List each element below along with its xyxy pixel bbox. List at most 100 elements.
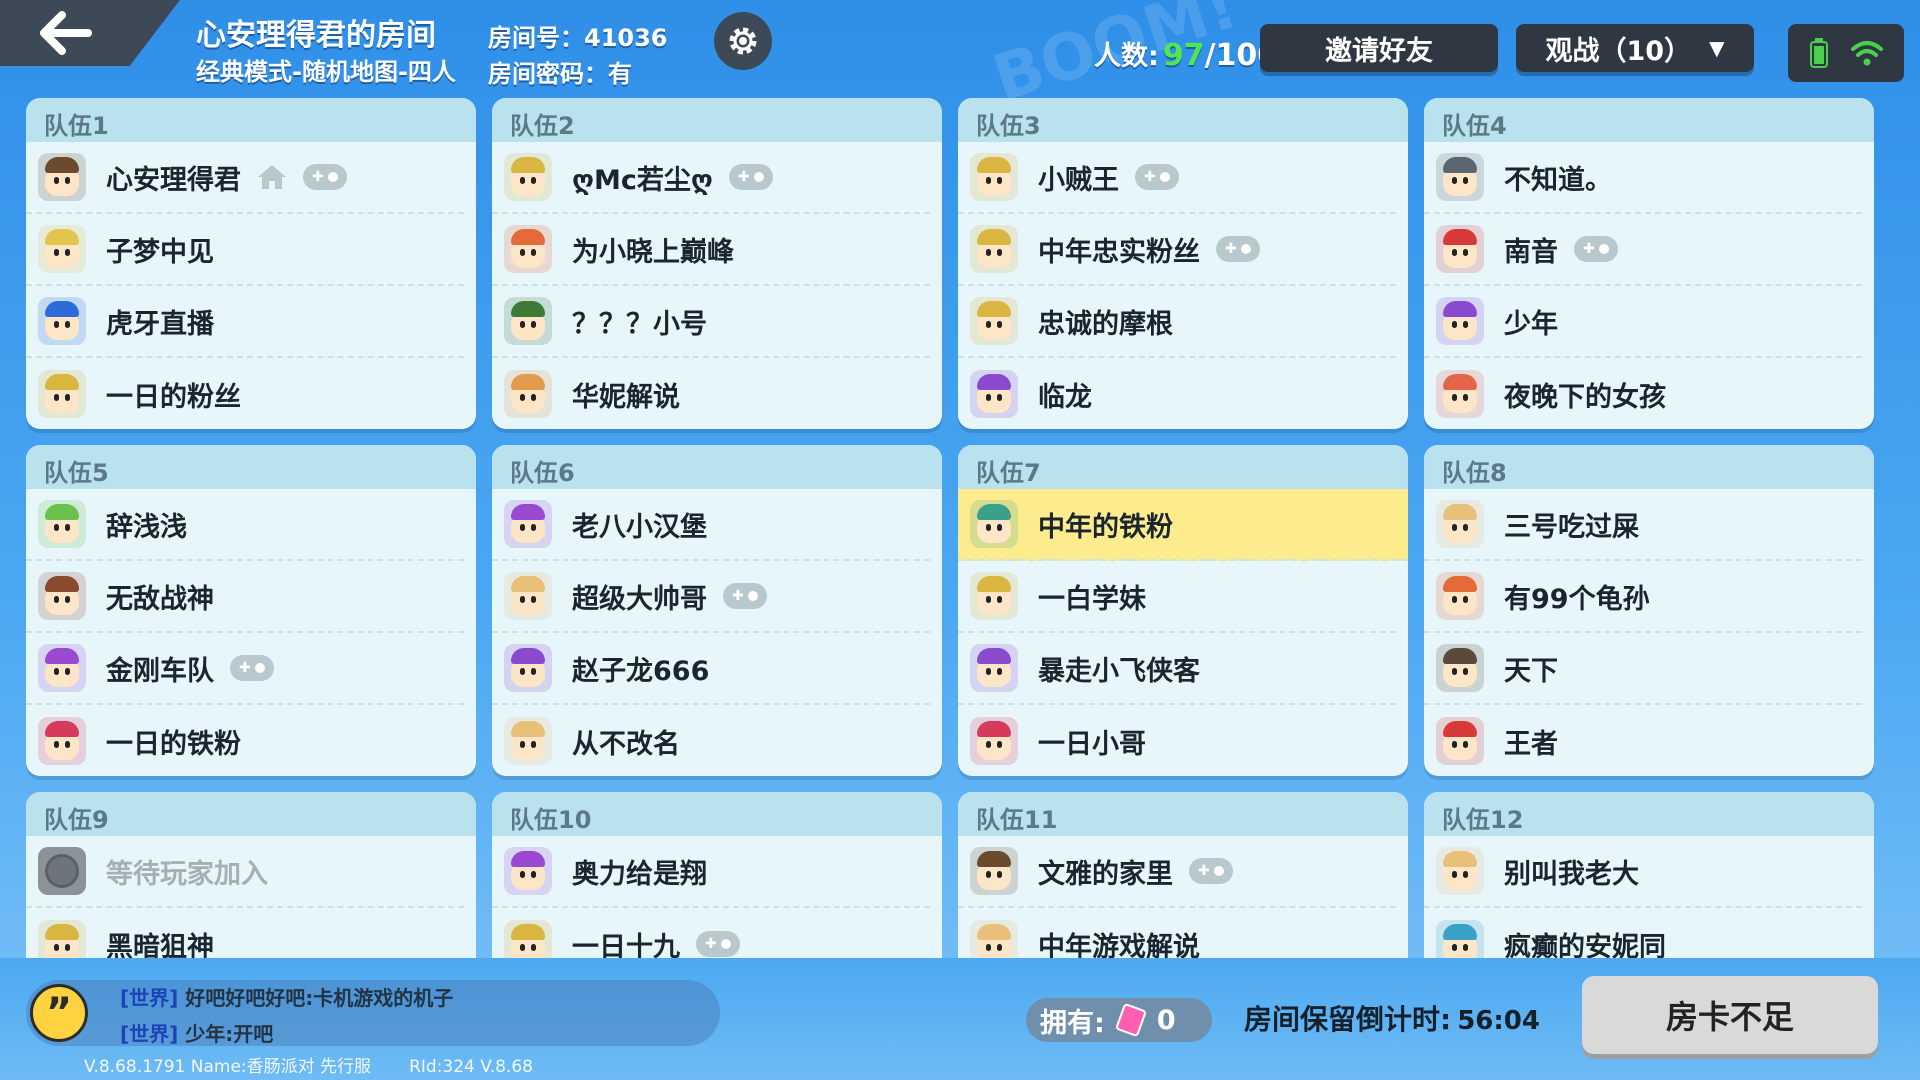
- spectate-dropdown[interactable]: 观战（10） ▼: [1516, 24, 1754, 72]
- player-row[interactable]: 南音 ✚: [1424, 214, 1862, 286]
- battery-icon: [1809, 38, 1828, 68]
- player-row[interactable]: 小贼王 ✚: [958, 142, 1396, 214]
- player-name: 临龙: [1038, 381, 1092, 413]
- quote-icon[interactable]: ”: [30, 984, 88, 1042]
- avatar: [1436, 572, 1484, 620]
- player-row[interactable]: 奥力给是翔: [492, 836, 930, 908]
- player-row[interactable]: 夜晚下的女孩: [1424, 358, 1862, 429]
- avatar: [504, 370, 552, 418]
- avatar: [504, 644, 552, 692]
- version-text: V.8.68.1791 Name:香肠派对 先行服: [84, 1057, 372, 1077]
- player-row[interactable]: 有99个龟孙: [1424, 561, 1862, 633]
- avatar: [38, 644, 86, 692]
- avatar: [1436, 847, 1484, 895]
- player-row[interactable]: 黑暗狙神: [26, 908, 464, 958]
- player-row[interactable]: ？？？小号: [492, 286, 930, 358]
- player-row[interactable]: 为小晓上巅峰: [492, 214, 930, 286]
- player-name: 夜晚下的女孩: [1504, 381, 1666, 413]
- room-card-insufficient-button[interactable]: 房卡不足: [1582, 976, 1878, 1054]
- chat-text: 好吧好吧好吧:卡机游戏的机子: [185, 986, 454, 1010]
- avatar: [1436, 153, 1484, 201]
- avatar-hair: [977, 157, 1011, 173]
- wifi-icon: [1850, 41, 1883, 66]
- avatar-hair: [45, 301, 79, 317]
- player-row[interactable]: 无敌战神: [26, 561, 464, 633]
- avatar: [1436, 500, 1484, 548]
- team-header: 队伍11: [958, 792, 1408, 836]
- avatar: [504, 717, 552, 765]
- player-row[interactable]: 一白学妹: [958, 561, 1396, 633]
- player-row[interactable]: 中年忠实粉丝 ✚: [958, 214, 1396, 286]
- avatar-hair: [45, 576, 79, 592]
- invite-friends-button[interactable]: 邀请好友: [1260, 24, 1498, 72]
- avatar: [970, 225, 1018, 273]
- player-row[interactable]: 华妮解说: [492, 358, 930, 429]
- player-row[interactable]: 一日的铁粉: [26, 705, 464, 776]
- player-name: 三号吃过屎: [1504, 511, 1639, 543]
- player-row[interactable]: 一日小哥: [958, 705, 1396, 776]
- player-row[interactable]: 别叫我老大: [1424, 836, 1862, 908]
- player-row[interactable]: 少年: [1424, 286, 1862, 358]
- player-name: 疯癫的安妮同: [1504, 931, 1666, 959]
- player-name: 忠诚的摩根: [1038, 308, 1173, 340]
- avatar: [504, 225, 552, 273]
- player-row[interactable]: 虎牙直播: [26, 286, 464, 358]
- player-row[interactable]: 赵子龙666: [492, 633, 930, 705]
- player-row[interactable]: 疯癫的安妮同: [1424, 908, 1862, 958]
- empty-slot[interactable]: 等待玩家加入: [26, 836, 464, 908]
- avatar-hair: [1443, 576, 1477, 592]
- empty-avatar-shape: [45, 854, 79, 888]
- team-grid: 队伍1 心安理得君 ✚ 子梦中见 虎牙直播 一日的粉丝 队伍2 ღMc若尘ღ ✚ 为小晓上巅峰 ？？…: [26, 98, 1876, 958]
- player-row[interactable]: 子梦中见: [26, 214, 464, 286]
- avatar: [504, 920, 552, 958]
- player-row[interactable]: 辞浅浅: [26, 489, 464, 561]
- gamepad-button: [753, 172, 764, 182]
- player-row[interactable]: 中年游戏解说: [958, 908, 1396, 958]
- team-card: 队伍4 不知道。 南音 ✚ 少年 夜晚下的女孩: [1424, 98, 1874, 429]
- player-row[interactable]: 中年的铁粉: [958, 489, 1408, 561]
- player-row[interactable]: 王者: [1424, 705, 1862, 776]
- avatar: [38, 370, 86, 418]
- settings-button[interactable]: [714, 12, 772, 70]
- player-row[interactable]: 三号吃过屎: [1424, 489, 1862, 561]
- avatar-hair: [511, 374, 545, 390]
- player-row[interactable]: 超级大帅哥 ✚: [492, 561, 930, 633]
- gamepad-dpad: ✚: [1225, 241, 1237, 257]
- player-row[interactable]: 金刚车队 ✚: [26, 633, 464, 705]
- avatar-hair: [45, 504, 79, 520]
- player-row[interactable]: 忠诚的摩根: [958, 286, 1396, 358]
- gamepad-dpad: ✚: [1144, 169, 1156, 185]
- team-header: 队伍3: [958, 98, 1408, 142]
- gamepad-icon: ✚: [303, 164, 347, 190]
- player-name: 为小晓上巅峰: [572, 236, 734, 268]
- player-row[interactable]: 临龙: [958, 358, 1396, 429]
- player-row[interactable]: ღMc若尘ღ ✚: [492, 142, 930, 214]
- avatar: [504, 297, 552, 345]
- player-row[interactable]: 老八小汉堡: [492, 489, 930, 561]
- gamepad-dpad: ✚: [1198, 863, 1210, 879]
- own-count: 0: [1156, 1004, 1176, 1036]
- player-name: 一日的粉丝: [106, 381, 241, 413]
- player-name: ？？？小号: [572, 308, 707, 340]
- player-row[interactable]: 一日的粉丝: [26, 358, 464, 429]
- player-name: 辞浅浅: [106, 511, 187, 543]
- player-row[interactable]: 文雅的家里 ✚: [958, 836, 1396, 908]
- back-button[interactable]: [0, 0, 180, 66]
- player-row[interactable]: 心安理得君 ✚: [26, 142, 464, 214]
- player-row[interactable]: 天下: [1424, 633, 1862, 705]
- avatar-hair: [977, 374, 1011, 390]
- player-row[interactable]: 不知道。: [1424, 142, 1862, 214]
- player-row[interactable]: 一日十九 ✚: [492, 908, 930, 958]
- avatar-hair: [45, 721, 79, 737]
- player-row[interactable]: 暴走小飞侠客: [958, 633, 1396, 705]
- player-count-label: 人数:: [1094, 41, 1159, 72]
- house-icon: [258, 165, 286, 189]
- gamepad-icon: ✚: [696, 931, 740, 957]
- player-name: 一日的铁粉: [106, 728, 241, 760]
- player-name: 一日十九: [572, 931, 680, 959]
- player-name: 少年: [1504, 308, 1558, 340]
- gamepad-dpad: ✚: [239, 660, 251, 676]
- player-row[interactable]: 从不改名: [492, 705, 930, 776]
- gamepad-button: [1214, 866, 1224, 876]
- avatar-hair: [977, 301, 1011, 317]
